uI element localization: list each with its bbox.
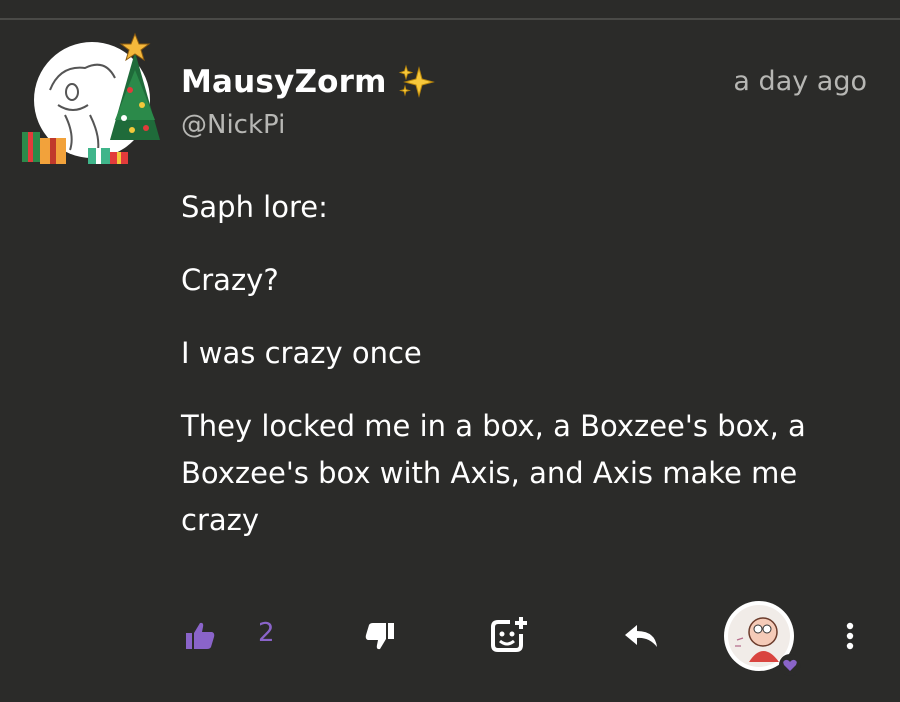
reply-button[interactable]	[620, 616, 662, 656]
user-handle[interactable]: @NickPi	[181, 110, 870, 140]
reactor-avatar[interactable]	[723, 600, 801, 676]
post-body: Saph lore: Crazy? I was crazy once They …	[181, 184, 871, 570]
thumbs-up-icon	[186, 622, 215, 649]
thumbs-down-icon	[365, 623, 394, 650]
sparkles-icon	[398, 64, 435, 98]
more-options-button[interactable]	[836, 616, 864, 656]
username[interactable]: MausyZorm	[181, 64, 387, 100]
post-header: MausyZorm a day ago @NickPi	[181, 62, 870, 140]
post-timestamp: a day ago	[733, 66, 867, 97]
top-divider	[0, 18, 900, 20]
reactor-avatar-image	[724, 601, 801, 676]
avatar-image	[22, 32, 160, 164]
add-reaction-button[interactable]	[486, 612, 532, 658]
post-paragraph: Saph lore:	[181, 190, 328, 224]
add-reaction-icon	[491, 617, 527, 652]
author-avatar[interactable]	[20, 30, 165, 170]
post-paragraph: Crazy?	[181, 263, 279, 297]
like-button[interactable]	[180, 616, 220, 656]
more-options-icon	[846, 622, 854, 650]
reply-icon	[625, 625, 657, 647]
dislike-button[interactable]	[360, 616, 400, 656]
post-paragraph: They locked me in a box, a Boxzee's box,…	[181, 409, 806, 537]
post-paragraph: I was crazy once	[181, 336, 422, 370]
like-count: 2	[258, 618, 275, 648]
